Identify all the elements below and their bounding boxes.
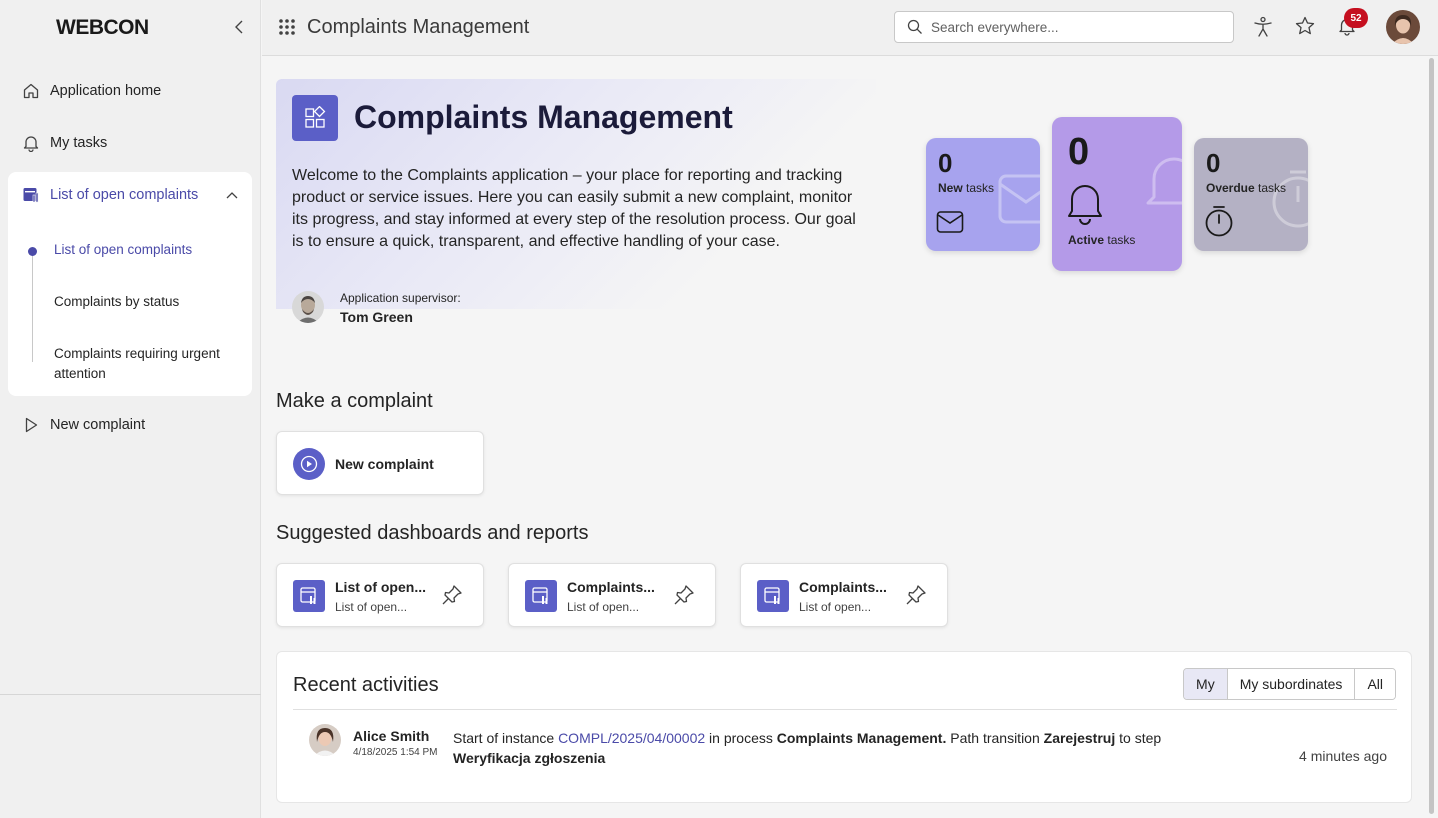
app-icon [292,95,338,141]
logo-text: WEBCON [56,16,149,39]
dashboard-card[interactable]: Complaints... List of open... [740,563,948,627]
top-bar: Complaints Management 52 [262,0,1438,56]
sidebar-group-open-complaints: List of open complaints List of open com… [8,172,252,396]
dashboards-heading: Suggested dashboards and reports [276,522,589,544]
activities-divider [293,709,1397,710]
dashboard-subtitle: List of open... [567,600,640,614]
report-icon [757,580,789,612]
pin-icon[interactable] [441,584,463,606]
chevron-up-icon [226,192,238,199]
search-icon [907,19,922,34]
new-tasks-count: 0 [938,148,953,178]
new-complaint-button[interactable]: New complaint [276,431,484,495]
app-description: Welcome to the Complaints application – … [292,167,856,250]
activity-time-ago: 4 minutes ago [1299,748,1387,764]
overdue-tasks-count: 0 [1206,148,1221,178]
app-title: Complaints Management [307,16,530,38]
bell-watermark-icon [1146,157,1182,205]
make-complaint-heading: Make a complaint [276,390,433,412]
dashboard-title: Complaints... [567,579,655,595]
pin-icon[interactable] [673,584,695,606]
activity-user-avatar [309,724,341,756]
webcon-logo[interactable]: WEBCON [56,16,149,40]
play-circle-icon [293,448,325,480]
new-tasks-tile[interactable]: 0 New tasks [926,138,1040,251]
recent-activities-panel: Recent activities My My subordinates All… [276,651,1412,803]
home-icon [23,83,39,99]
activity-user-name[interactable]: Alice Smith [353,728,429,744]
supervisor-avatar [292,291,324,323]
recent-activities-heading: Recent activities [293,674,439,696]
sidebar-item-label: Application home [50,83,162,99]
supervisor-avatar-image [292,291,324,323]
accessibility-icon[interactable] [1253,16,1273,38]
overdue-tasks-tile[interactable]: 0 Overdue tasks [1194,138,1308,251]
search-input[interactable] [931,19,1221,35]
filter-my-button[interactable]: My [1184,669,1227,699]
play-icon [25,417,38,433]
overdue-tasks-label: Overdue tasks [1206,181,1287,195]
activity-date: 4/18/2025 1:54 PM [353,747,438,758]
activities-filter: My My subordinates All [1183,668,1396,700]
active-tasks-count: 0 [1068,131,1090,173]
app-launcher-icon[interactable] [278,18,296,36]
report-icon [23,188,39,203]
notifications-badge: 52 [1344,8,1368,28]
user-avatar[interactable] [1386,10,1420,44]
dashboard-subtitle: List of open... [335,600,408,614]
active-tasks-tile[interactable]: 0 Active tasks [1052,117,1182,271]
bell-icon [1068,185,1102,225]
sidebar: WEBCON Application home My tasks List of… [0,0,261,818]
report-glyph-icon [532,587,548,604]
main-scrollbar[interactable] [1429,58,1434,814]
sidebar-group-header[interactable]: List of open complaints [22,186,238,204]
report-icon [525,580,557,612]
mail-icon [936,211,964,233]
pin-icon[interactable] [905,584,927,606]
active-indicator-dot [28,247,37,256]
sidebar-item-application-home[interactable]: Application home [22,82,161,100]
filter-all-button[interactable]: All [1354,669,1395,699]
report-glyph-icon [300,587,316,604]
bell-icon [23,136,39,152]
supervisor-label: Application supervisor: [340,291,461,305]
sidebar-item-label: My tasks [50,135,108,151]
report-icon [293,580,325,612]
activity-instance-link[interactable]: COMPL/2025/04/00002 [558,730,705,746]
dashboard-title: List of open... [335,579,426,595]
report-glyph-icon [764,587,780,604]
sidebar-item-new-complaint[interactable]: New complaint [22,416,145,434]
sidebar-divider [0,694,261,695]
activity-avatar-image [309,724,341,756]
activity-description: Start of instance COMPL/2025/04/00002 in… [453,730,1162,766]
dashboard-card[interactable]: Complaints... List of open... [508,563,716,627]
star-icon[interactable] [1295,16,1315,36]
dashboard-card[interactable]: List of open... List of open... [276,563,484,627]
sidebar-item-label: New complaint [50,417,146,433]
filter-my-subordinates-button[interactable]: My subordinates [1226,669,1355,699]
sidebar-subitem-list-of-open-complaints[interactable]: List of open complaints [54,240,244,260]
collapse-sidebar-button[interactable] [230,18,248,36]
sidebar-subitem-complaints-by-status[interactable]: Complaints by status [54,292,244,312]
sidebar-subitem-urgent-complaints[interactable]: Complaints requiring urgent attention [54,344,244,384]
play-glyph-icon [300,455,318,473]
search-box[interactable] [894,11,1234,43]
page-title: Complaints Management [354,99,733,135]
new-tasks-label: New tasks [938,181,995,195]
dashboard-subtitle: List of open... [799,600,872,614]
new-complaint-label: New complaint [335,456,434,472]
submenu-line [32,252,33,362]
supervisor-name[interactable]: Tom Green [340,309,413,325]
main-content: Complaints Management Welcome to the Com… [262,57,1438,818]
apps-grid-icon [305,106,326,128]
user-avatar-image [1386,10,1420,44]
active-tasks-label: Active tasks [1068,233,1136,247]
dashboard-title: Complaints... [799,579,887,595]
mail-watermark-icon [998,174,1040,224]
chevron-left-icon [235,20,243,34]
sidebar-group-label: List of open complaints [50,187,199,203]
sidebar-item-my-tasks[interactable]: My tasks [22,134,107,152]
timer-watermark-icon [1272,170,1308,228]
timer-icon [1205,206,1233,237]
